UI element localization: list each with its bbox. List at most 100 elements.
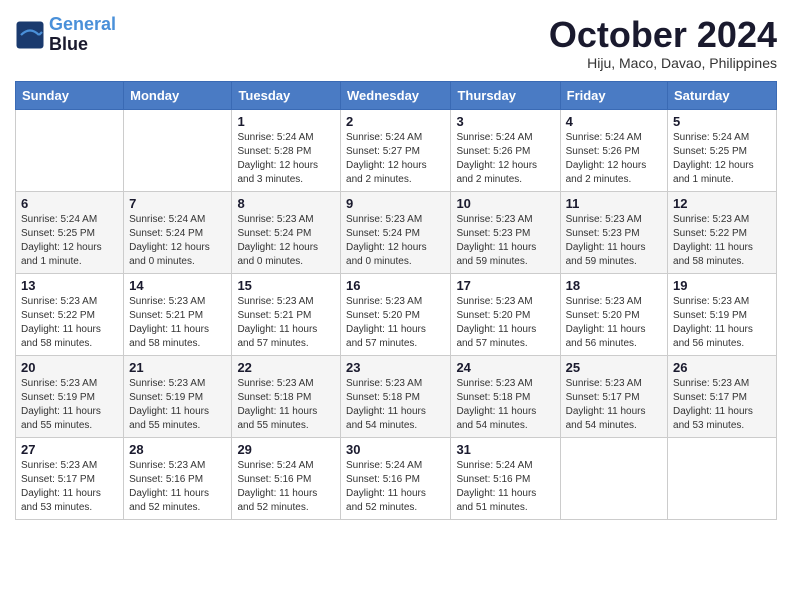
day-number: 28 — [129, 442, 226, 457]
day-number: 25 — [566, 360, 662, 375]
calendar-day: 20 Sunrise: 5:23 AM Sunset: 5:19 PM Dayli… — [16, 355, 124, 437]
calendar-day: 6 Sunrise: 5:24 AM Sunset: 5:25 PM Daylig… — [16, 191, 124, 273]
calendar-week-3: 13 Sunrise: 5:23 AM Sunset: 5:22 PM Dayli… — [16, 273, 777, 355]
calendar-day: 8Sunrise: 5:23 AM Sunset: 5:24 PM Daylig… — [232, 191, 341, 273]
day-info: Sunrise: 5:23 AM Sunset: 5:18 PM Dayligh… — [237, 377, 335, 433]
day-number: 26 — [673, 360, 771, 375]
day-number: 15 — [237, 278, 335, 293]
calendar-day — [124, 109, 232, 191]
calendar-day — [16, 109, 124, 191]
column-header-thursday: Thursday — [451, 81, 560, 109]
calendar-day: 26 Sunrise: 5:23 AM Sunset: 5:17 PM Dayli… — [668, 355, 777, 437]
calendar-week-2: 6 Sunrise: 5:24 AM Sunset: 5:25 PM Daylig… — [16, 191, 777, 273]
calendar-day: 9Sunrise: 5:23 AM Sunset: 5:24 PM Daylig… — [341, 191, 451, 273]
calendar-day: 31 Sunrise: 5:24 AM Sunset: 5:16 PM Dayli… — [451, 437, 560, 519]
calendar-day: 7 Sunrise: 5:24 AM Sunset: 5:24 PM Daylig… — [124, 191, 232, 273]
day-number: 31 — [456, 442, 554, 457]
calendar-day: 27Sunrise: 5:23 AM Sunset: 5:17 PM Dayli… — [16, 437, 124, 519]
month-title: October 2024 — [549, 15, 777, 55]
day-number: 16 — [346, 278, 445, 293]
day-number: 13 — [21, 278, 118, 293]
day-number: 4 — [566, 114, 662, 129]
day-info: Sunrise: 5:23 AM Sunset: 5:19 PM Dayligh… — [21, 377, 118, 433]
calendar-week-1: 1 Sunrise: 5:24 AM Sunset: 5:28 PM Daylig… — [16, 109, 777, 191]
day-info: Sunrise: 5:23 AM Sunset: 5:18 PM Dayligh… — [456, 377, 554, 433]
logo-icon — [15, 20, 45, 50]
day-info: Sunrise: 5:23 AM Sunset: 5:18 PM Dayligh… — [346, 377, 445, 433]
calendar-day: 1 Sunrise: 5:24 AM Sunset: 5:28 PM Daylig… — [232, 109, 341, 191]
calendar-day: 29 Sunrise: 5:24 AM Sunset: 5:16 PM Dayli… — [232, 437, 341, 519]
day-info: Sunrise: 5:23 AM Sunset: 5:20 PM Dayligh… — [566, 295, 662, 351]
day-info: Sunrise: 5:23 AM Sunset: 5:22 PM Dayligh… — [21, 295, 118, 351]
day-info: Sunrise: 5:23 AM Sunset: 5:22 PM Dayligh… — [673, 213, 771, 269]
day-number: 7 — [129, 196, 226, 211]
day-info: Sunrise: 5:24 AM Sunset: 5:25 PM Dayligh… — [21, 213, 118, 269]
day-info: Sunrise: 5:23 AM Sunset: 5:17 PM Dayligh… — [566, 377, 662, 433]
calendar-day: 11 Sunrise: 5:23 AM Sunset: 5:23 PM Dayli… — [560, 191, 667, 273]
calendar-day: 19Sunrise: 5:23 AM Sunset: 5:19 PM Dayli… — [668, 273, 777, 355]
day-info: Sunrise: 5:24 AM Sunset: 5:16 PM Dayligh… — [456, 459, 554, 515]
calendar-day: 4 Sunrise: 5:24 AM Sunset: 5:26 PM Daylig… — [560, 109, 667, 191]
column-header-tuesday: Tuesday — [232, 81, 341, 109]
title-section: October 2024 Hiju, Maco, Davao, Philippi… — [549, 15, 777, 71]
calendar-day: 25 Sunrise: 5:23 AM Sunset: 5:17 PM Dayli… — [560, 355, 667, 437]
day-number: 24 — [456, 360, 554, 375]
logo: General Blue — [15, 15, 116, 55]
day-number: 18 — [566, 278, 662, 293]
calendar-day: 3 Sunrise: 5:24 AM Sunset: 5:26 PM Daylig… — [451, 109, 560, 191]
day-info: Sunrise: 5:24 AM Sunset: 5:28 PM Dayligh… — [237, 131, 335, 187]
day-number: 19 — [673, 278, 771, 293]
page-header: General Blue October 2024 Hiju, Maco, Da… — [15, 15, 777, 71]
calendar-table: SundayMondayTuesdayWednesdayThursdayFrid… — [15, 81, 777, 520]
calendar-day: 21Sunrise: 5:23 AM Sunset: 5:19 PM Dayli… — [124, 355, 232, 437]
day-info: Sunrise: 5:23 AM Sunset: 5:23 PM Dayligh… — [566, 213, 662, 269]
day-number: 3 — [456, 114, 554, 129]
day-info: Sunrise: 5:23 AM Sunset: 5:24 PM Dayligh… — [237, 213, 335, 269]
day-info: Sunrise: 5:24 AM Sunset: 5:24 PM Dayligh… — [129, 213, 226, 269]
calendar-day: 12 Sunrise: 5:23 AM Sunset: 5:22 PM Dayli… — [668, 191, 777, 273]
column-header-saturday: Saturday — [668, 81, 777, 109]
logo-text: General Blue — [49, 15, 116, 55]
calendar-day: 2Sunrise: 5:24 AM Sunset: 5:27 PM Daylig… — [341, 109, 451, 191]
day-info: Sunrise: 5:24 AM Sunset: 5:26 PM Dayligh… — [566, 131, 662, 187]
day-info: Sunrise: 5:23 AM Sunset: 5:20 PM Dayligh… — [346, 295, 445, 351]
calendar-day: 14Sunrise: 5:23 AM Sunset: 5:21 PM Dayli… — [124, 273, 232, 355]
calendar-week-5: 27Sunrise: 5:23 AM Sunset: 5:17 PM Dayli… — [16, 437, 777, 519]
day-info: Sunrise: 5:23 AM Sunset: 5:20 PM Dayligh… — [456, 295, 554, 351]
calendar-day — [560, 437, 667, 519]
day-info: Sunrise: 5:24 AM Sunset: 5:16 PM Dayligh… — [237, 459, 335, 515]
calendar-day: 23Sunrise: 5:23 AM Sunset: 5:18 PM Dayli… — [341, 355, 451, 437]
calendar-day: 18 Sunrise: 5:23 AM Sunset: 5:20 PM Dayli… — [560, 273, 667, 355]
day-number: 22 — [237, 360, 335, 375]
calendar-day — [668, 437, 777, 519]
day-info: Sunrise: 5:24 AM Sunset: 5:26 PM Dayligh… — [456, 131, 554, 187]
day-info: Sunrise: 5:24 AM Sunset: 5:27 PM Dayligh… — [346, 131, 445, 187]
calendar-day: 13 Sunrise: 5:23 AM Sunset: 5:22 PM Dayli… — [16, 273, 124, 355]
day-number: 5 — [673, 114, 771, 129]
calendar-day: 17 Sunrise: 5:23 AM Sunset: 5:20 PM Dayli… — [451, 273, 560, 355]
calendar-day: 22 Sunrise: 5:23 AM Sunset: 5:18 PM Dayli… — [232, 355, 341, 437]
day-number: 14 — [129, 278, 226, 293]
column-header-friday: Friday — [560, 81, 667, 109]
day-number: 30 — [346, 442, 445, 457]
calendar-week-4: 20 Sunrise: 5:23 AM Sunset: 5:19 PM Dayli… — [16, 355, 777, 437]
day-number: 1 — [237, 114, 335, 129]
day-info: Sunrise: 5:23 AM Sunset: 5:16 PM Dayligh… — [129, 459, 226, 515]
day-number: 12 — [673, 196, 771, 211]
day-number: 11 — [566, 196, 662, 211]
day-info: Sunrise: 5:24 AM Sunset: 5:25 PM Dayligh… — [673, 131, 771, 187]
day-number: 27 — [21, 442, 118, 457]
column-header-wednesday: Wednesday — [341, 81, 451, 109]
day-info: Sunrise: 5:23 AM Sunset: 5:17 PM Dayligh… — [673, 377, 771, 433]
column-header-monday: Monday — [124, 81, 232, 109]
day-number: 17 — [456, 278, 554, 293]
day-number: 21 — [129, 360, 226, 375]
day-number: 20 — [21, 360, 118, 375]
location: Hiju, Maco, Davao, Philippines — [549, 55, 777, 71]
calendar-day: 10Sunrise: 5:23 AM Sunset: 5:23 PM Dayli… — [451, 191, 560, 273]
day-number: 29 — [237, 442, 335, 457]
day-info: Sunrise: 5:23 AM Sunset: 5:24 PM Dayligh… — [346, 213, 445, 269]
day-number: 6 — [21, 196, 118, 211]
day-info: Sunrise: 5:23 AM Sunset: 5:23 PM Dayligh… — [456, 213, 554, 269]
calendar-day: 5 Sunrise: 5:24 AM Sunset: 5:25 PM Daylig… — [668, 109, 777, 191]
